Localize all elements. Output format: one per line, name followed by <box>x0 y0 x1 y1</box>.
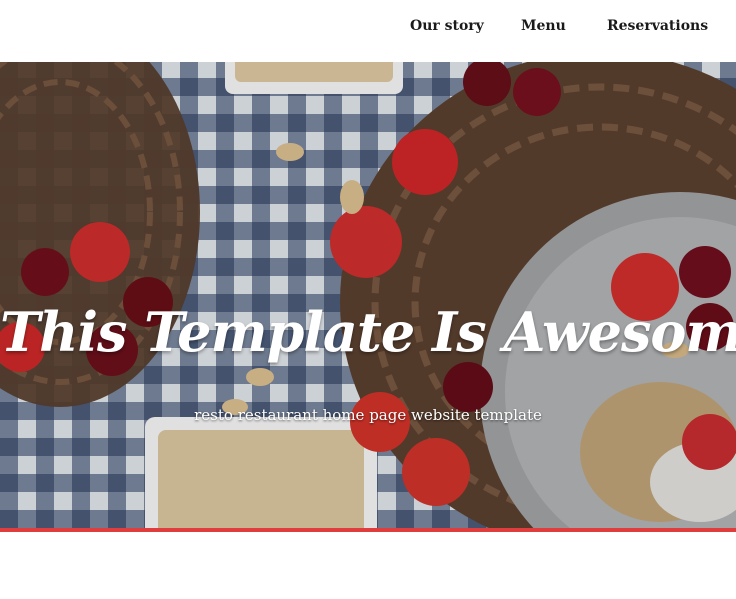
nav-menu-link[interactable]: Menu <box>521 18 566 34</box>
nav-reservations-link[interactable]: Reservations <box>607 18 708 34</box>
nav-our-story-link[interactable]: Our story <box>410 18 484 34</box>
hero-title: This Template Is Awesome <box>0 300 736 364</box>
hero-subtitle: resto restaurant home page website templ… <box>194 406 542 424</box>
hero-banner: This Template Is Awesome resto restauran… <box>0 62 736 528</box>
top-navigation: Our story Menu Reservations <box>0 0 736 62</box>
hero-background-image <box>0 62 736 528</box>
content-area <box>0 532 736 599</box>
